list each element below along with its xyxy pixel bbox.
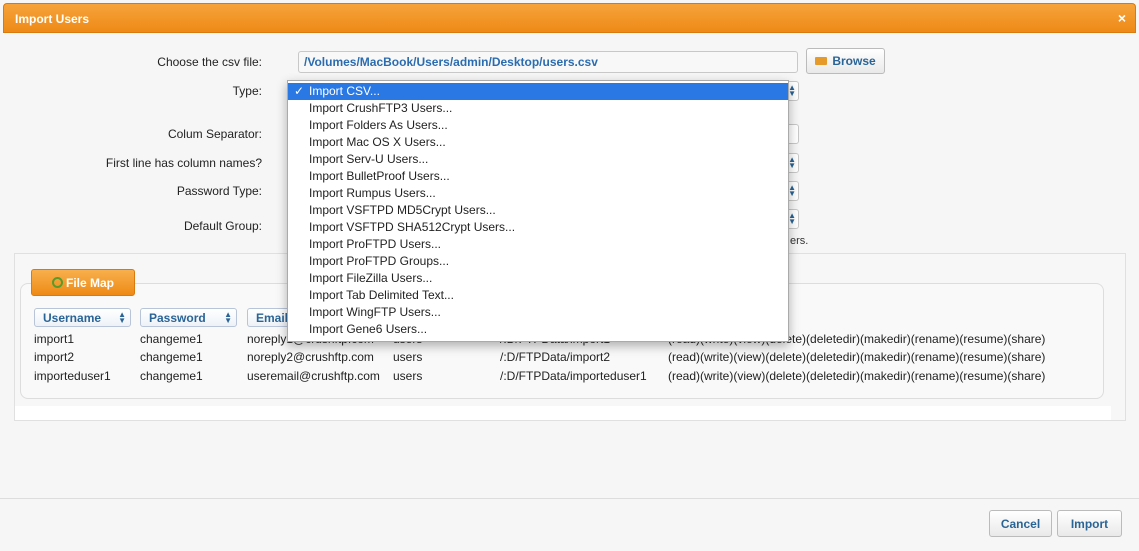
firstline-label: First line has column names? [105,156,262,170]
cell-path: /:D/FTPData/importeduser1 [500,369,647,383]
default-group-note: ers. [790,235,809,247]
type-label: Type: [232,84,262,98]
dialog-titlebar: Import Users × [3,3,1136,33]
dropdown-option[interactable]: Import Rumpus Users... [288,185,788,202]
cell-email: noreply2@crushftp.com [247,350,374,364]
dropdown-option[interactable]: Import BulletProof Users... [288,168,788,185]
refresh-icon [52,277,63,288]
column-label: Password [149,311,206,325]
dropdown-option[interactable]: Import Tab Delimited Text... [288,287,788,304]
separator-label: Colum Separator: [167,127,262,141]
updown-icon: ▲ ▼ [118,310,126,325]
cancel-button[interactable]: Cancel [989,510,1052,537]
cell-password: changeme1 [140,369,203,383]
updown-icon: ▲ ▼ [788,211,796,226]
password-type-label: Password Type: [176,184,262,198]
cell-group: users [393,369,423,383]
dropdown-option[interactable]: Import Serv-U Users... [288,151,788,168]
csv-file-label: Choose the csv file: [157,55,262,69]
dropdown-option[interactable]: Import Folders As Users... [288,117,788,134]
file-map-button[interactable]: File Map [31,269,135,296]
dropdown-option[interactable]: Import WingFTP Users... [288,304,788,321]
cell-perms: (read)(write)(view)(delete)(deletedir)(m… [668,369,1046,383]
dropdown-option[interactable]: Import CrushFTP3 Users... [288,100,788,117]
dropdown-option[interactable]: ✓ Import CSV... [288,83,788,100]
folder-icon [815,56,828,65]
cell-username: import2 [34,350,75,364]
dialog-title: Import Users [15,12,90,26]
updown-icon: ▲ ▼ [788,83,796,98]
updown-icon: ▲ ▼ [224,310,232,325]
cell-username: import1 [34,332,75,346]
horizontal-scrollbar[interactable] [15,406,1111,420]
default-group-label: Default Group: [183,219,262,233]
cell-username: importeduser1 [34,369,111,383]
footer-divider [0,498,1139,499]
import-users-dialog: Import Users × Choose the csv file: /Vol… [0,0,1139,551]
column-select-password[interactable]: Password ▲ ▼ [140,308,237,327]
dropdown-option[interactable]: Import FileZilla Users... [288,270,788,287]
close-icon[interactable]: × [1118,10,1126,26]
dropdown-option[interactable]: Import VSFTPD SHA512Crypt Users... [288,219,788,236]
dropdown-option[interactable]: Import Mac OS X Users... [288,134,788,151]
type-dropdown-list: ✓ Import CSV... Import CrushFTP3 Users...… [287,80,789,342]
dropdown-option[interactable]: Import Gene6 Users... [288,321,788,338]
checkmark-icon: ✓ [294,84,305,98]
browse-button[interactable]: Browse [806,48,885,74]
column-label: Email [256,311,289,325]
updown-icon: ▲ ▼ [788,155,796,170]
import-button[interactable]: Import [1057,510,1122,537]
cell-email: useremail@crushftp.com [247,369,380,383]
dropdown-option[interactable]: Import VSFTPD MD5Crypt Users... [288,202,788,219]
column-label: Username [43,311,102,325]
cell-perms: (read)(write)(view)(delete)(deletedir)(m… [668,350,1046,364]
csv-path-field[interactable]: /Volumes/MacBook/Users/admin/Desktop/use… [298,51,798,73]
updown-icon: ▲ ▼ [788,183,796,198]
browse-label: Browse [832,54,876,68]
cell-path: /:D/FTPData/import2 [500,350,611,364]
column-select-username[interactable]: Username ▲ ▼ [34,308,131,327]
cell-password: changeme1 [140,350,203,364]
option-label: Import CSV... [309,84,380,98]
dropdown-option[interactable]: Import ProFTPD Groups... [288,253,788,270]
cell-password: changeme1 [140,332,203,346]
cell-group: users [393,350,423,364]
dropdown-option[interactable]: Import ProFTPD Users... [288,236,788,253]
